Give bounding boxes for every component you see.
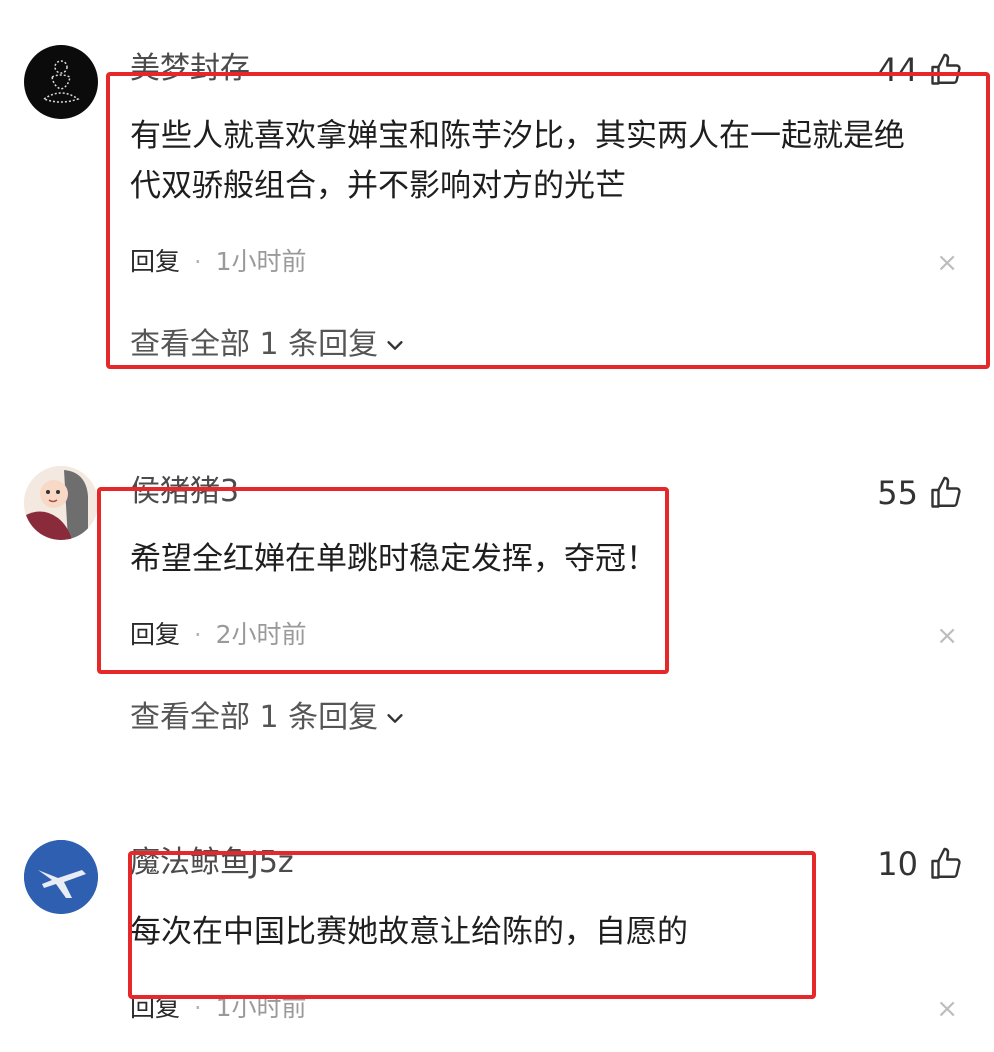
view-replies-label: 查看全部 1 条回复	[130, 700, 379, 735]
like-count: 55	[877, 474, 918, 512]
thumbs-up-icon	[931, 847, 961, 879]
thumbs-up-icon	[931, 476, 961, 508]
like-button[interactable]: 10	[877, 846, 964, 882]
like-button[interactable]: 55	[877, 475, 964, 511]
avatar-meditation-icon	[42, 60, 80, 103]
highlight-box	[97, 487, 669, 674]
avatar[interactable]	[24, 466, 98, 540]
close-icon[interactable]: ×	[936, 623, 958, 649]
highlight-box	[128, 851, 816, 999]
like-count: 10	[877, 845, 918, 883]
avatar-illustration-icon	[24, 466, 98, 540]
separator-dot: ·	[194, 993, 202, 1022]
avatar[interactable]	[24, 840, 98, 914]
avatar[interactable]	[24, 45, 98, 119]
close-icon[interactable]: ×	[936, 996, 958, 1022]
avatar-jet-icon	[24, 840, 98, 914]
chevron-down-icon	[387, 714, 403, 723]
highlight-box	[106, 72, 990, 369]
view-replies-button[interactable]: 查看全部 1 条回复	[130, 703, 406, 733]
